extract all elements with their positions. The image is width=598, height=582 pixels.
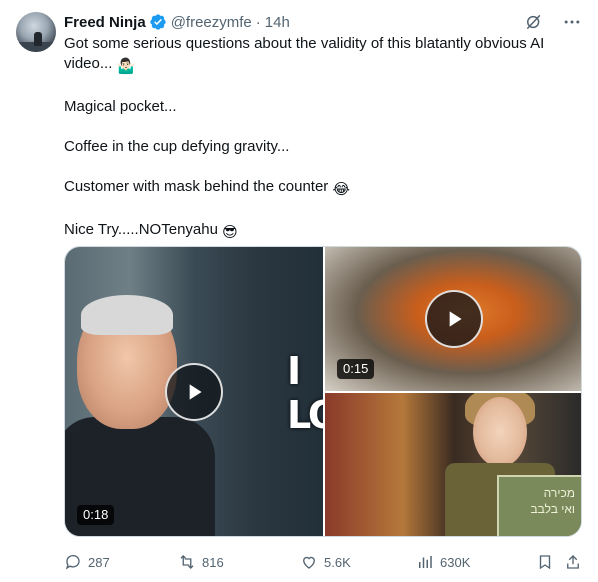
heart-icon bbox=[303, 556, 315, 569]
media-grid: I LO 0:18 0:15 מכירה ואי בלבב bbox=[64, 246, 582, 537]
action-bar: 287 816 5.6K 630K bbox=[64, 552, 582, 572]
share-icon bbox=[567, 555, 579, 569]
author-handle[interactable]: @freezymfe bbox=[171, 14, 252, 31]
tweet-line: Coffee in the cup defying gravity... bbox=[64, 138, 290, 155]
image-3[interactable]: מכירה ואי בלבב bbox=[325, 393, 581, 536]
video-1-person-hair bbox=[81, 295, 173, 335]
repost-count: 816 bbox=[202, 554, 224, 570]
video-1-overlay-text: I LO bbox=[287, 349, 323, 437]
top-icons bbox=[524, 12, 582, 32]
repost-icon bbox=[180, 555, 194, 569]
more-icon[interactable] bbox=[562, 12, 582, 32]
play-icon[interactable] bbox=[165, 363, 223, 421]
tweet-header: Freed Ninja @freezymfe · 14h bbox=[64, 12, 290, 32]
video-2-duration: 0:15 bbox=[337, 359, 375, 379]
image-3-face bbox=[473, 397, 527, 467]
separator-dot: · bbox=[255, 13, 261, 31]
avatar[interactable] bbox=[16, 12, 56, 52]
reply-count: 287 bbox=[88, 554, 110, 570]
bookmark-icon bbox=[539, 555, 551, 570]
views-icon bbox=[419, 556, 432, 568]
views-count: 630K bbox=[440, 554, 471, 570]
share-button[interactable] bbox=[564, 553, 582, 571]
sunglasses-emoji: 😎 bbox=[222, 224, 238, 241]
reply-icon bbox=[65, 554, 80, 570]
tweet-text: Got some serious questions about the val… bbox=[64, 34, 582, 243]
grok-icon[interactable] bbox=[524, 12, 544, 32]
author-name[interactable]: Freed Ninja bbox=[64, 14, 146, 31]
bookmark-button[interactable] bbox=[536, 553, 554, 571]
repost-button[interactable]: 816 bbox=[178, 553, 224, 571]
views-button[interactable]: 630K bbox=[416, 553, 470, 571]
tweet-line: Customer with mask behind the counter 😂 bbox=[64, 178, 350, 198]
play-icon[interactable] bbox=[425, 290, 483, 348]
tweet-time[interactable]: 14h bbox=[265, 14, 290, 31]
video-1-duration: 0:18 bbox=[77, 505, 115, 525]
tweet-line: Got some serious questions about the val… bbox=[64, 35, 545, 75]
reply-button[interactable]: 287 bbox=[64, 553, 110, 571]
verified-badge-icon[interactable] bbox=[149, 13, 167, 31]
tweet-line: Magical pocket... bbox=[64, 98, 177, 115]
avatar-figure bbox=[34, 32, 42, 46]
tweet-line: Nice Try.....NOTenyahu 😎 bbox=[64, 221, 238, 241]
laughing-emoji: 😂 bbox=[332, 181, 350, 198]
video-2[interactable]: 0:15 bbox=[325, 247, 581, 391]
video-1[interactable]: I LO 0:18 bbox=[65, 247, 323, 536]
like-count: 5.6K bbox=[324, 554, 351, 570]
shrug-emoji: 🤷🏻‍♂️ bbox=[116, 58, 136, 75]
image-3-sign: מכירה ואי בלבב bbox=[497, 475, 581, 536]
like-button[interactable]: 5.6K bbox=[300, 553, 351, 571]
